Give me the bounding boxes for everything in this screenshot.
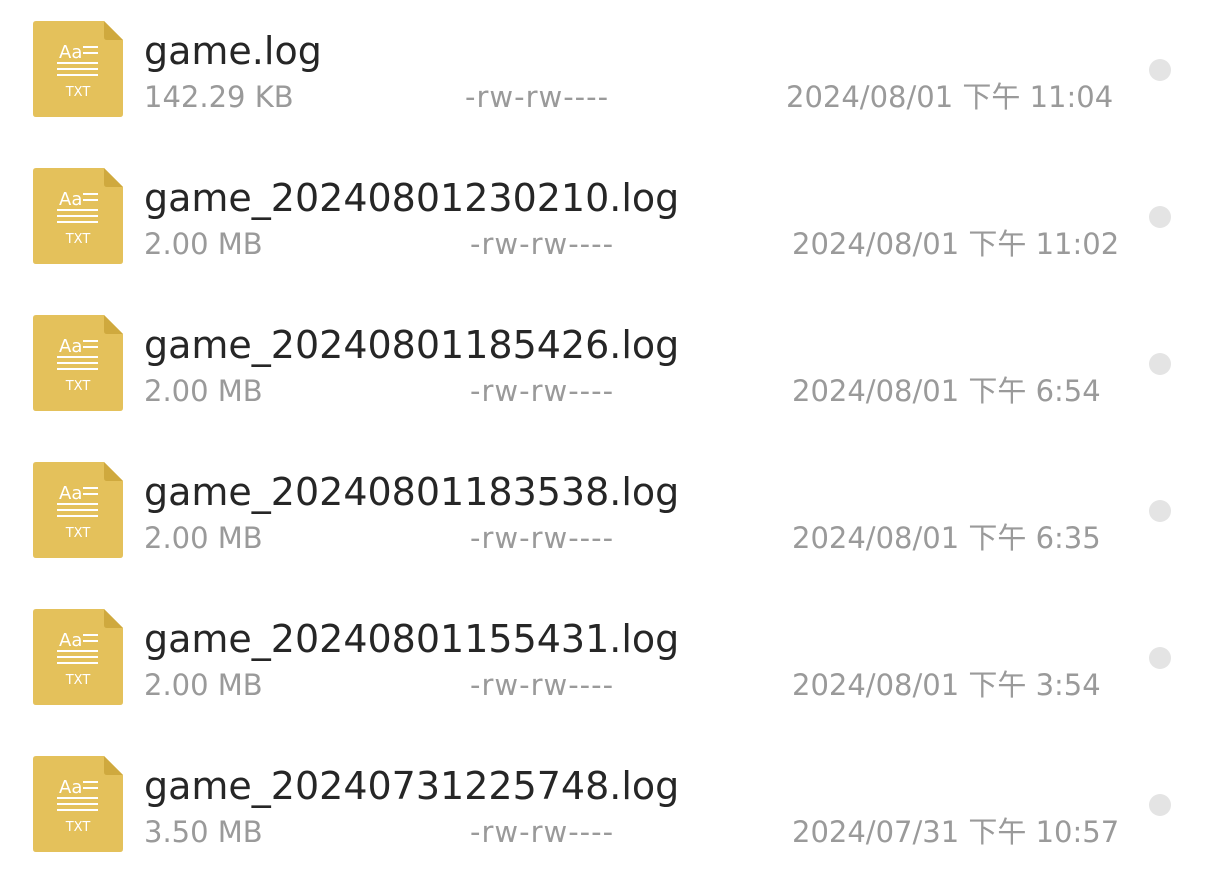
- file-modified-date: 2024/07/31 下午 10:57: [792, 815, 1120, 849]
- icon-txt-label: TXT: [65, 526, 91, 541]
- file-list: Aa TXT game.log 142.29 KB -rw-rw---- 202…: [0, 0, 1220, 890]
- file-size: 2.00 MB: [144, 227, 263, 261]
- txt-file-icon: Aa TXT: [33, 756, 123, 852]
- select-checkbox[interactable]: [1149, 794, 1171, 816]
- file-permissions: -rw-rw----: [470, 227, 615, 261]
- file-name[interactable]: game_20240801155431.log: [144, 616, 679, 662]
- icon-txt-label: TXT: [65, 820, 91, 835]
- file-permissions: -rw-rw----: [470, 668, 615, 702]
- file-row[interactable]: Aa TXT game_20240801183538.log 2.00 MB -…: [0, 441, 1220, 588]
- file-permissions: -rw-rw----: [470, 815, 615, 849]
- file-row[interactable]: Aa TXT game_20240801155431.log 2.00 MB -…: [0, 588, 1220, 735]
- file-size: 3.50 MB: [144, 815, 263, 849]
- file-permissions: -rw-rw----: [470, 374, 615, 408]
- icon-txt-label: TXT: [65, 85, 91, 100]
- file-name[interactable]: game_20240801183538.log: [144, 469, 679, 515]
- file-name[interactable]: game_20240731225748.log: [144, 763, 679, 809]
- txt-file-icon: Aa TXT: [33, 462, 123, 558]
- file-permissions: -rw-rw----: [470, 521, 615, 555]
- file-modified-date: 2024/08/01 下午 11:02: [792, 227, 1120, 261]
- file-modified-date: 2024/08/01 下午 6:54: [792, 374, 1101, 408]
- file-modified-date: 2024/08/01 下午 6:35: [792, 521, 1101, 555]
- txt-file-icon: Aa TXT: [33, 315, 123, 411]
- txt-file-icon: Aa TXT: [33, 21, 123, 117]
- icon-aa-label: Aa: [59, 777, 82, 798]
- file-size: 2.00 MB: [144, 374, 263, 408]
- file-modified-date: 2024/08/01 下午 11:04: [786, 80, 1114, 114]
- file-row[interactable]: Aa TXT game.log 142.29 KB -rw-rw---- 202…: [0, 0, 1220, 147]
- select-checkbox[interactable]: [1149, 206, 1171, 228]
- file-size: 142.29 KB: [144, 80, 294, 114]
- file-row[interactable]: Aa TXT game_20240731225748.log 3.50 MB -…: [0, 735, 1220, 882]
- file-name[interactable]: game_20240801185426.log: [144, 322, 679, 368]
- file-row[interactable]: Aa TXT game_20240801230210.log 2.00 MB -…: [0, 147, 1220, 294]
- txt-file-icon: Aa TXT: [33, 609, 123, 705]
- file-row[interactable]: Aa TXT game_20240801185426.log 2.00 MB -…: [0, 294, 1220, 441]
- select-checkbox[interactable]: [1149, 647, 1171, 669]
- file-size: 2.00 MB: [144, 521, 263, 555]
- file-size: 2.00 MB: [144, 668, 263, 702]
- file-permissions: -rw-rw----: [465, 80, 610, 114]
- icon-txt-label: TXT: [65, 232, 91, 247]
- icon-txt-label: TXT: [65, 379, 91, 394]
- txt-file-icon: Aa TXT: [33, 168, 123, 264]
- icon-aa-label: Aa: [59, 483, 82, 504]
- select-checkbox[interactable]: [1149, 500, 1171, 522]
- file-name[interactable]: game_20240801230210.log: [144, 175, 679, 221]
- icon-txt-label: TXT: [65, 673, 91, 688]
- icon-aa-label: Aa: [59, 336, 82, 357]
- select-checkbox[interactable]: [1149, 353, 1171, 375]
- icon-aa-label: Aa: [59, 630, 82, 651]
- icon-aa-label: Aa: [59, 42, 82, 63]
- file-modified-date: 2024/08/01 下午 3:54: [792, 668, 1101, 702]
- icon-aa-label: Aa: [59, 189, 82, 210]
- select-checkbox[interactable]: [1149, 59, 1171, 81]
- file-name[interactable]: game.log: [144, 28, 322, 74]
